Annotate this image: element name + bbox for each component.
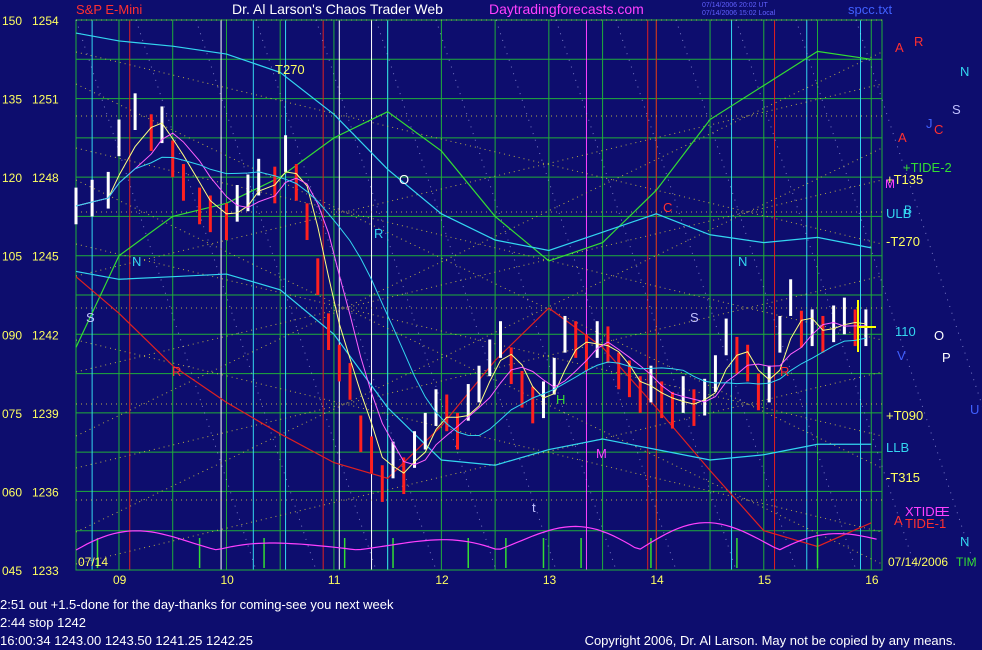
y-tick-label: 045 (2, 564, 22, 578)
x-tick-label: 09 (113, 573, 127, 587)
marker-r-top: R (914, 34, 923, 49)
label-tide1: TIDE-1 (905, 516, 946, 531)
date-label-right: 07/14/2006 (888, 555, 948, 569)
series-lines (75, 32, 872, 548)
y-price-label: 1245 (32, 250, 59, 264)
x-tick-label: 16 (865, 573, 879, 587)
marker-n-low: N (960, 534, 969, 549)
timestamp-ut: 07/14/2006 20:02 UT (702, 2, 768, 9)
marker-s-left: S (86, 310, 95, 325)
marker-a-mid: A (898, 130, 907, 145)
label-tide2: +TIDE-2 (903, 160, 952, 175)
y-axis-labels: 150 1254 135 1251 120 1248 105 1245 090 1242 075 12… (2, 14, 59, 578)
price-candles (74, 93, 868, 502)
marker-s-right: S (952, 102, 961, 117)
footer-line-3: 16:00:34 1243.00 1243.50 1241.25 1242.25 (0, 633, 254, 648)
label-llb: LLB (886, 440, 909, 455)
y-price-label: 1236 (32, 485, 59, 499)
timing-spikes (75, 522, 877, 568)
x-tick-label: 15 (758, 573, 772, 587)
copyright: Copyright 2006, Dr. Al Larson. May not b… (584, 633, 956, 648)
marker-o-right: O (934, 328, 944, 343)
y-price-label: 1239 (32, 407, 59, 421)
chart: S&P E-Mini Dr. Al Larson's Chaos Trader … (2, 1, 982, 587)
y-tick-label: 060 (2, 485, 22, 499)
marker-r-mid: R (374, 226, 383, 241)
date-label: 07/14 (78, 555, 108, 569)
moving-average (75, 132, 866, 466)
marker-a-low: A (894, 513, 903, 528)
chart-grid (75, 19, 883, 571)
marker-p-right: P (942, 350, 951, 365)
y-price-label: 1242 (32, 328, 59, 342)
timestamp-local: 07/14/2006 15:02 Local (702, 10, 776, 17)
marker-j: J (926, 116, 933, 131)
series-llb (75, 270, 872, 466)
site-url: Daytradingforecasts.com (489, 1, 644, 17)
label-t315: -T315 (886, 470, 920, 485)
label-t090: +T090 (886, 408, 923, 423)
marker-e-right: E (941, 504, 950, 519)
marker-n-top: N (960, 64, 969, 79)
marker-h: H (556, 392, 565, 407)
footer-line-2: 2:44 stop 1242 (0, 615, 87, 630)
symbol-title: S&P E-Mini (76, 2, 142, 17)
moving-average (75, 156, 866, 437)
marker-c-mid: C (663, 200, 672, 215)
label-t270-top: T270 (275, 62, 305, 77)
y-price-label: 1254 (32, 14, 59, 28)
cycle-wave (75, 522, 877, 551)
series-tide-1 (75, 276, 872, 548)
label-t270: -T270 (886, 234, 920, 249)
marker-c-right: C (934, 122, 943, 137)
marker-r-left: R (172, 364, 181, 379)
x-tick-label: 11 (328, 573, 341, 587)
footer-line-1: 2:51 out +1.5-done for the day-thanks fo… (0, 597, 394, 612)
marker-o-mid: O (399, 172, 409, 187)
fan-line (75, 147, 883, 533)
moving-average (75, 122, 866, 474)
label-110: 110 (895, 324, 916, 339)
marker-n-mid2: N (738, 254, 747, 269)
y-price-label: 1233 (32, 564, 59, 578)
marker-s-mid: S (690, 310, 699, 325)
x-tick-label: 12 (435, 573, 449, 587)
marker-b-right: B (904, 203, 912, 217)
y-tick-label: 150 (2, 14, 22, 28)
marker-t-low: t (532, 500, 536, 515)
x-axis-labels: 09 10 11 12 13 14 15 16 (113, 573, 879, 587)
marker-u-right: U (970, 402, 979, 417)
y-price-label: 1248 (32, 171, 59, 185)
marker-m-low: M (596, 446, 607, 461)
marker-r-right: R (780, 364, 789, 379)
x-tick-label: 14 (650, 573, 664, 587)
series-tide-2 (75, 50, 872, 348)
y-tick-label: 090 (2, 328, 22, 342)
marker-a-top: A (895, 40, 904, 55)
y-tick-label: 120 (2, 171, 22, 185)
fan-line (75, 51, 883, 245)
data-file: spcc.txt (848, 2, 892, 17)
x-tick-label: 13 (543, 573, 557, 587)
series-ulb (75, 32, 872, 252)
marker-m-right: M (885, 177, 895, 191)
x-tick-label: 10 (220, 573, 234, 587)
site-title: Dr. Al Larson's Chaos Trader Web (232, 1, 443, 17)
marker-tim: TIM (956, 555, 977, 569)
y-price-label: 1251 (32, 93, 59, 107)
y-tick-label: 075 (2, 407, 22, 421)
y-tick-label: 105 (2, 250, 22, 264)
marker-n-mid: N (132, 254, 141, 269)
y-tick-label: 135 (2, 93, 22, 107)
marker-v-right: V (897, 348, 906, 363)
fan-line (75, 83, 883, 277)
